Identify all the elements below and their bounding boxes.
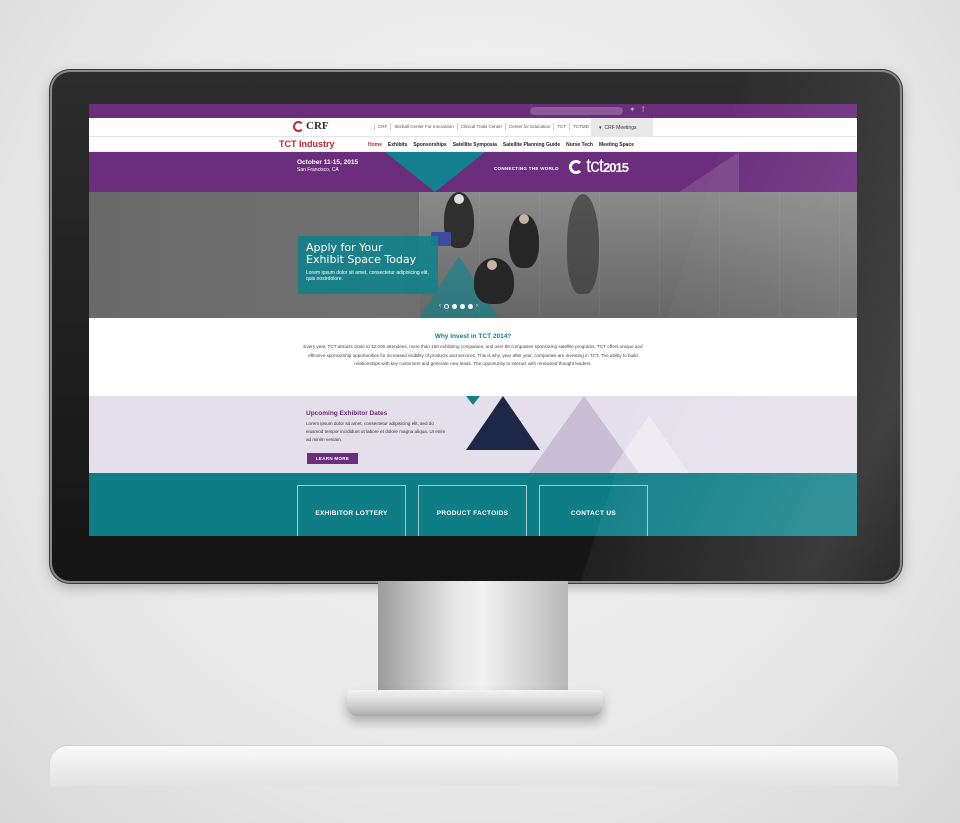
search-input[interactable] <box>530 107 623 115</box>
event-date: October 11-15, 2015 <box>297 159 359 166</box>
cta-band: EXHIBITOR LOTTERY PRODUCT FACTOIDS CONTA… <box>89 473 857 536</box>
carousel-dots: ‹ › <box>439 303 478 309</box>
decor-triangle <box>609 416 689 473</box>
tct-logo-word: tct2015 <box>586 156 629 177</box>
monitor-stand-base <box>347 690 603 716</box>
top-utility-bar: ✦ f <box>89 104 857 118</box>
hero-callout[interactable]: Apply for Your Exhibit Space Today Lorem… <box>298 236 438 294</box>
crf-network-bar: CRF CRF Skirball Center For Innovation C… <box>89 118 857 137</box>
facebook-icon[interactable]: f <box>642 105 644 114</box>
hero-body: Lorem ipsum dolor sit amet, consectetur … <box>306 270 429 282</box>
crf-link-skirball[interactable]: Skirball Center For Innovation <box>390 123 457 130</box>
monitor-screen: ✦ f CRF CRF Skirball Center For Innovati… <box>89 104 857 536</box>
chevron-right-icon[interactable]: › <box>476 303 478 309</box>
carousel-dot[interactable] <box>460 304 465 309</box>
hero-person-head <box>519 214 529 224</box>
tct-swirl-icon <box>569 160 583 174</box>
crf-link-education[interactable]: Center for Education <box>505 123 553 130</box>
chevron-down-icon: ▾ <box>599 124 602 131</box>
main-nav: TCT Industry Home Exhibits Sponsorships … <box>89 137 857 152</box>
upcoming-dates-section: Upcoming Exhibitor Dates Lorem ipsum dol… <box>89 396 857 473</box>
nav-item-satellite-symposia[interactable]: Satellite Symposia <box>453 142 497 148</box>
crf-link-tct[interactable]: TCT <box>553 123 569 130</box>
hero-carousel: Apply for Your Exhibit Space Today Lorem… <box>89 192 857 318</box>
desk-surface <box>50 746 898 786</box>
nav-links: Home Exhibits Sponsorships Satellite Sym… <box>368 142 634 148</box>
event-tagline: CONNECTING THE WORLD <box>494 166 559 171</box>
chevron-left-icon[interactable]: ‹ <box>439 303 441 309</box>
hero-heading-line2: Exhibit Space Today <box>306 253 417 266</box>
hero-person-head <box>487 260 497 270</box>
product-factoids-button[interactable]: PRODUCT FACTOIDS <box>418 485 527 536</box>
crf-link-tctmd[interactable]: TCTMD <box>569 123 592 130</box>
exhibitor-lottery-button[interactable]: EXHIBITOR LOTTERY <box>297 485 406 536</box>
site-title[interactable]: TCT Industry <box>279 139 335 149</box>
tct-logo-year: 2015 <box>603 160 629 175</box>
carousel-dot[interactable] <box>444 304 449 309</box>
nav-item-meeting-space[interactable]: Meeting Space <box>599 142 634 148</box>
twitter-icon[interactable]: ✦ <box>629 105 636 114</box>
upcoming-body: Lorem ipsum dolor sit amet, consectetur … <box>306 421 446 442</box>
crf-link-crf[interactable]: CRF <box>374 123 390 130</box>
event-banner: October 11-15, 2015 San Francisco, CA CO… <box>89 152 857 192</box>
why-invest-body: Every year, TCT attracts close to 12,000… <box>303 344 643 366</box>
nav-item-exhibits[interactable]: Exhibits <box>388 142 407 148</box>
nav-item-home[interactable]: Home <box>368 142 382 148</box>
tct-logo[interactable]: tct2015 <box>569 156 629 178</box>
crf-meetings-dropdown[interactable]: ▾ CRF Meetings <box>591 118 653 137</box>
why-invest-section: Why Invest in TCT 2014? Every year, TCT … <box>89 318 857 396</box>
banner-light-triangle <box>679 152 739 192</box>
nav-item-sponsorships[interactable]: Sponsorships <box>413 142 446 148</box>
crf-logo[interactable]: CRF <box>293 120 329 132</box>
crf-logo-text: CRF <box>306 120 329 132</box>
crf-meetings-label: CRF Meetings <box>604 124 637 131</box>
hero-person-head <box>454 194 464 204</box>
hero-person <box>567 194 599 294</box>
carousel-dot[interactable] <box>468 304 473 309</box>
monitor-stand-neck <box>378 581 568 693</box>
event-location: San Francisco, CA <box>297 167 339 173</box>
banner-teal-triangle <box>385 152 485 192</box>
crf-link-clinical-trials[interactable]: Clinical Trials Center <box>456 123 505 130</box>
crf-swirl-icon <box>293 120 304 132</box>
carousel-dot[interactable] <box>452 304 457 309</box>
why-invest-heading: Why Invest in TCT 2014? <box>434 333 512 340</box>
learn-more-button[interactable]: LEARN MORE <box>307 453 358 464</box>
crf-links: CRF Skirball Center For Innovation Clini… <box>374 123 592 130</box>
section-pointer-icon <box>466 396 480 405</box>
nav-item-satellite-planning-guide[interactable]: Satellite Planning Guide <box>503 142 560 148</box>
contact-us-button[interactable]: CONTACT US <box>539 485 648 536</box>
nav-item-nurse-tech[interactable]: Nurse Tech <box>566 142 593 148</box>
upcoming-heading: Upcoming Exhibitor Dates <box>306 410 388 417</box>
